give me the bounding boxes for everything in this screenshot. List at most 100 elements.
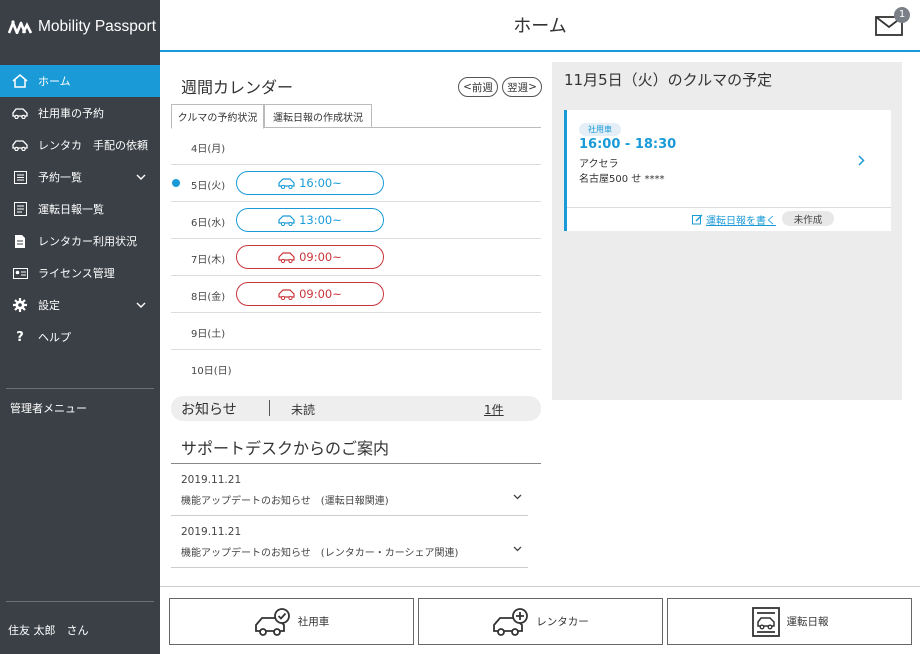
next-week-button[interactable]: 翌週 > <box>502 77 542 97</box>
calendar-row: 10日(日) <box>171 350 541 387</box>
calendar-row: 7日(木) 09:00~ <box>171 239 541 276</box>
divider <box>6 601 154 602</box>
sidebar-nav: ホーム 社用車の予約 レンタカ 手配の依頼 予約一覧 運転日報一覧 レンタカー利… <box>0 65 160 353</box>
day-label: 6日(水) <box>191 218 226 229</box>
schedule-title: 11月5日（火）のクルマの予定 <box>564 71 773 89</box>
car-icon <box>278 289 295 300</box>
car-icon <box>278 215 295 226</box>
daily-report-label: 運転日報 <box>786 616 829 628</box>
unread-label: 未読 <box>291 403 316 417</box>
write-link-label: 運転日報を書く <box>706 216 776 227</box>
report-icon <box>12 201 28 217</box>
prev-week-button[interactable]: < 前週 <box>458 77 498 97</box>
company-car-label: 社用車 <box>297 616 330 628</box>
notice-bar: お知らせ 未読 1件 <box>171 396 541 421</box>
calendar-title: 週間カレンダー <box>181 78 294 97</box>
question-icon: ? <box>16 329 24 345</box>
admin-menu[interactable]: 管理者メニュー <box>10 400 87 416</box>
daily-report-icon <box>751 606 781 638</box>
divider <box>6 388 154 389</box>
day-label: 7日(木) <box>191 255 226 266</box>
reservation-pill[interactable]: 09:00~ <box>236 282 384 306</box>
sidebar-item-label: ライセンス管理 <box>38 267 115 280</box>
sidebar-item-label: 設定 <box>38 299 60 312</box>
divider <box>269 400 270 416</box>
day-label: 4日(月) <box>191 144 226 155</box>
daily-report-button[interactable]: 運転日報 <box>667 598 912 645</box>
sidebar-item-rental-request[interactable]: レンタカ 手配の依頼 <box>0 129 160 161</box>
unread-count-link[interactable]: 1件 <box>484 401 504 418</box>
calendar-row: 5日(火) 16:00~ <box>171 165 541 202</box>
support-date: 2019.11.21 <box>181 474 242 486</box>
car-icon <box>12 105 28 121</box>
day-label: 9日(土) <box>191 329 226 340</box>
card-accent-bar <box>564 110 567 231</box>
divider <box>171 463 541 464</box>
sidebar-item-home[interactable]: ホーム <box>0 65 160 97</box>
company-car-button[interactable]: 社用車 <box>169 598 414 645</box>
tab-daily-report-status[interactable]: 運転日報の作成状況 <box>264 104 372 128</box>
sidebar-item-label: 社用車の予約 <box>38 107 104 120</box>
reservation-pill[interactable]: 09:00~ <box>236 245 384 269</box>
license-plate: 名古屋500 せ **** <box>579 174 665 185</box>
sidebar-item-help[interactable]: ? ヘルプ <box>0 321 160 353</box>
reservation-time: 13:00~ <box>299 213 342 227</box>
divider <box>567 207 891 208</box>
reservation-time: 09:00~ <box>299 287 342 301</box>
calendar-tabs: クルマの予約状況 運転日報の作成状況 <box>171 104 541 129</box>
notice-label: お知らせ <box>181 402 237 418</box>
today-dot-icon <box>172 179 180 187</box>
day-label: 5日(火) <box>191 181 226 192</box>
tab-label: クルマの予約状況 <box>177 113 258 124</box>
car-icon <box>278 252 295 263</box>
page-title: ホーム <box>513 16 567 37</box>
user-name[interactable]: 住友 太郎 さん <box>8 622 89 638</box>
sidebar-item-company-car-booking[interactable]: 社用車の予約 <box>0 97 160 129</box>
brand-name: Mobility Passport <box>38 18 157 35</box>
write-daily-report-link[interactable]: 運転日報を書く <box>692 212 776 227</box>
chevron-down-icon <box>136 298 146 311</box>
sidebar-item-daily-report-list[interactable]: 運転日報一覧 <box>0 193 160 225</box>
car-icon <box>278 178 295 189</box>
chevron-down-icon <box>513 485 522 504</box>
report-status-badge: 未作成 <box>782 211 834 226</box>
chevron-right-icon[interactable] <box>858 151 865 170</box>
support-item[interactable]: 2019.11.21 機能アップデートのお知らせ (レンタカー・カーシェア関連) <box>171 517 528 568</box>
day-label: 10日(日) <box>191 366 232 377</box>
reservation-time: 16:00~ <box>299 176 342 190</box>
car-model: アクセラ <box>579 159 619 170</box>
sidebar-item-label: レンタカー利用状況 <box>38 235 137 248</box>
calendar-row: 9日(土) <box>171 313 541 350</box>
support-title: サポートデスクからのご案内 <box>181 439 390 458</box>
next-week-label: 翌週 <box>507 81 529 94</box>
support-item[interactable]: 2019.11.21 機能アップデートのお知らせ (運転日報関連) <box>171 465 528 516</box>
chevron-down-icon <box>513 537 522 556</box>
sidebar-item-reservation-list[interactable]: 予約一覧 <box>0 161 160 193</box>
sidebar-item-license[interactable]: ライセンス管理 <box>0 257 160 289</box>
edit-icon <box>692 214 703 225</box>
sidebar-item-label: レンタカ 手配の依頼 <box>38 139 148 152</box>
prev-week-label: 前週 <box>471 81 493 94</box>
schedule-card[interactable]: 社用車 16:00 - 18:30 アクセラ 名古屋500 せ **** 運転日… <box>564 110 891 231</box>
rental-car-button[interactable]: レンタカー <box>418 598 663 645</box>
rental-car-label: レンタカー <box>536 616 589 628</box>
reservation-pill[interactable]: 16:00~ <box>236 171 384 195</box>
list-icon <box>12 169 28 185</box>
sidebar-item-rental-usage[interactable]: レンタカー利用状況 <box>0 225 160 257</box>
vehicle-type-badge: 社用車 <box>579 123 621 136</box>
rental-car-icon <box>492 607 530 637</box>
reservation-time: 09:00~ <box>299 250 342 264</box>
chevron-right-icon: > <box>528 81 537 93</box>
sidebar-item-settings[interactable]: 設定 <box>0 289 160 321</box>
document-icon <box>12 233 28 249</box>
gear-icon <box>12 297 28 313</box>
car-icon <box>12 137 28 153</box>
sidebar: Mobility Passport ホーム 社用車の予約 レンタカ 手配の依頼 … <box>0 0 160 654</box>
support-text: 機能アップデートのお知らせ (レンタカー・カーシェア関連) <box>181 548 459 559</box>
company-car-icon <box>254 607 292 637</box>
id-card-icon <box>12 265 28 281</box>
calendar-row: 4日(月) <box>171 128 541 165</box>
tab-car-reservations[interactable]: クルマの予約状況 <box>171 104 264 129</box>
reservation-pill[interactable]: 13:00~ <box>236 208 384 232</box>
brand[interactable]: Mobility Passport <box>0 0 160 54</box>
